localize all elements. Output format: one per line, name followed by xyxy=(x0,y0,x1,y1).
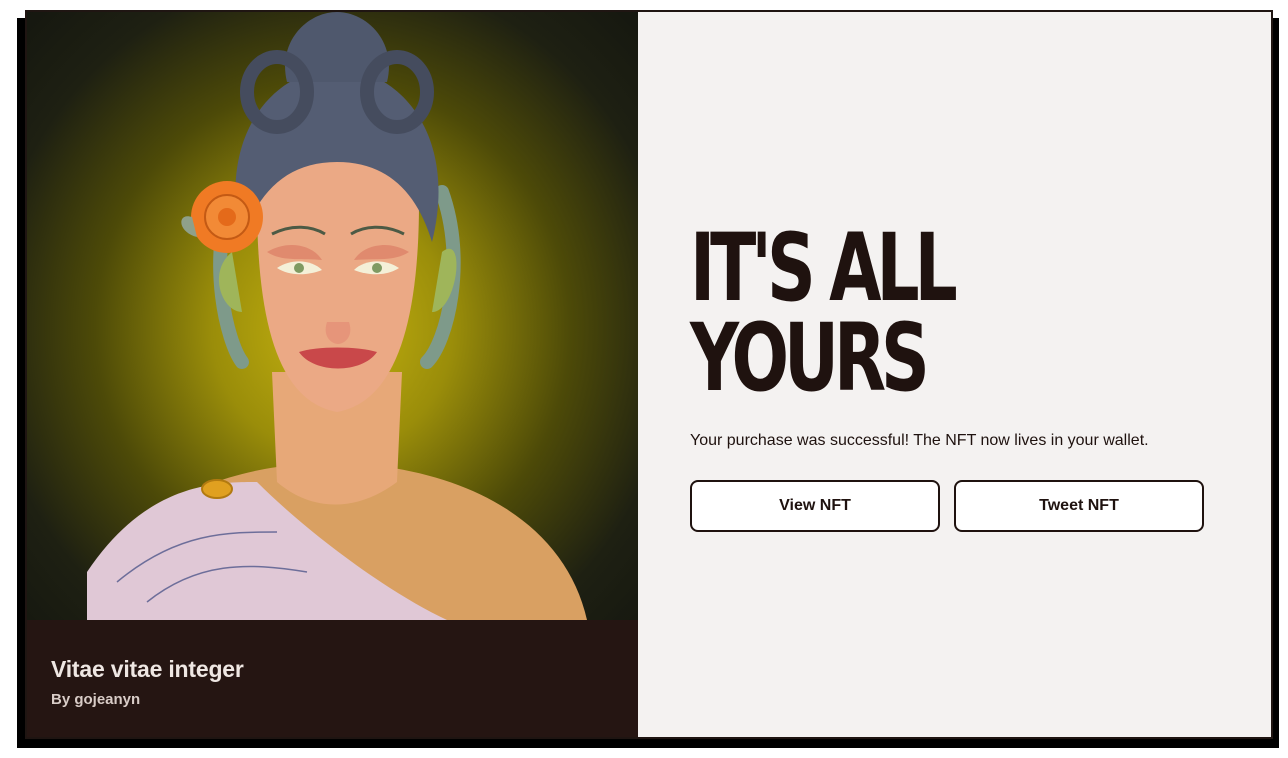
nft-portrait-illustration-icon xyxy=(87,12,587,620)
nft-caption: Vitae vitae integer By gojeanyn xyxy=(27,620,638,737)
success-headline: IT'S ALL YOURS xyxy=(690,214,958,413)
purchase-success-modal: Vitae vitae integer By gojeanyn IT'S ALL… xyxy=(25,10,1273,739)
success-panel: IT'S ALL YOURS Your purchase was success… xyxy=(638,12,1271,737)
nft-artwork xyxy=(27,12,638,620)
headline-line-1: IT'S ALL xyxy=(690,214,958,323)
nft-title: Vitae vitae integer xyxy=(51,656,244,682)
tweet-nft-button[interactable]: Tweet NFT xyxy=(954,480,1204,532)
view-nft-button[interactable]: View NFT xyxy=(690,480,940,532)
headline-line-2: YOURS xyxy=(690,304,930,413)
success-message: Your purchase was successful! The NFT no… xyxy=(690,432,1149,449)
nft-creator: By gojeanyn xyxy=(51,691,141,708)
action-buttons: View NFT Tweet NFT xyxy=(690,480,1204,532)
nft-preview-panel: Vitae vitae integer By gojeanyn xyxy=(27,12,638,737)
